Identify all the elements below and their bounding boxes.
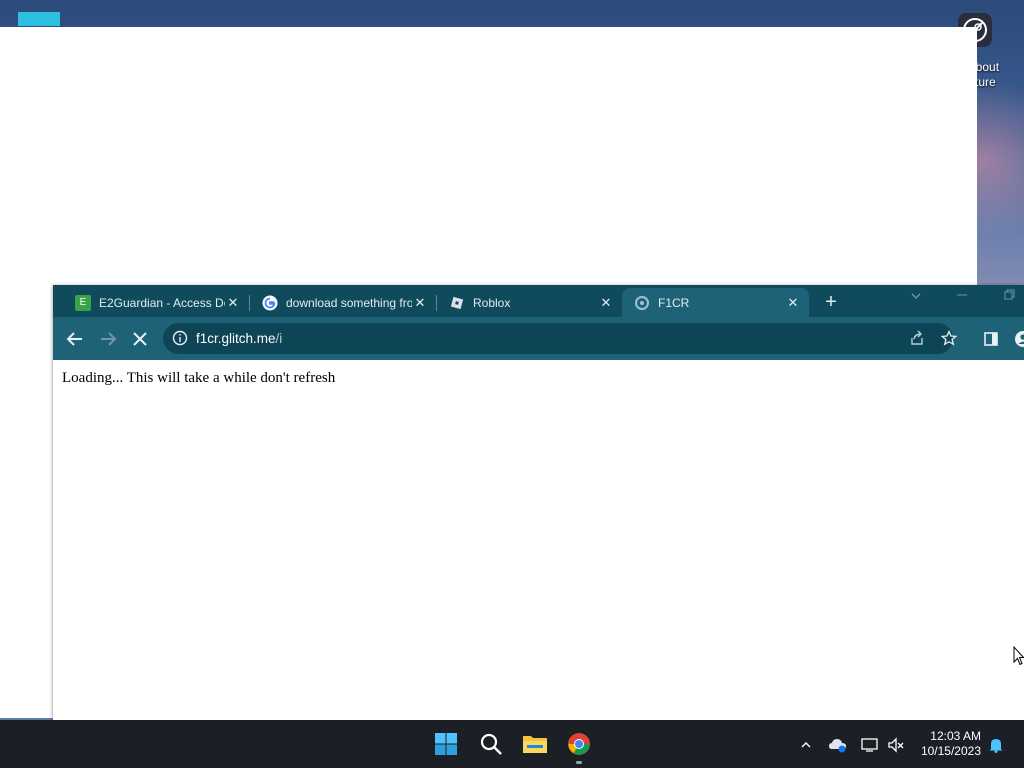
roblox-icon [449,295,465,311]
address-bar[interactable]: f1cr.glitch.me/i [163,323,958,354]
page-content: Loading... This will take a while don't … [53,360,1024,720]
side-panel-icon[interactable] [979,327,1003,351]
tab-title: E2Guardian - Access Den [99,295,225,310]
tab-roblox[interactable]: Roblox ✕ [437,288,622,317]
close-icon[interactable]: ✕ [412,295,428,311]
browser-toolbar: f1cr.glitch.me/i [53,317,1024,360]
site-info-icon[interactable] [172,330,188,346]
new-tab-button[interactable]: + [821,292,841,312]
url-host: f1cr.glitch.me [196,331,276,346]
google-icon [262,295,278,311]
onedrive-icon[interactable] [828,735,848,755]
restore-icon[interactable] [1003,289,1015,304]
blank-window[interactable] [0,27,977,285]
desktop-icon-partial[interactable] [18,12,60,26]
tab-title: download something fro [286,295,412,310]
close-icon[interactable]: ✕ [598,295,614,311]
chrome-icon[interactable] [566,731,592,757]
tab-e2guardian[interactable]: E E2Guardian - Access Den ✕ [63,288,249,317]
tab-google-search[interactable]: download something fro ✕ [250,288,436,317]
running-indicator [576,761,582,764]
tab-title: Roblox [473,295,511,310]
taskbar: 12:03 AM 10/15/2023 [0,720,1024,768]
tab-strip: E E2Guardian - Access Den ✕ download som… [53,285,1024,317]
url-path: /i [275,331,283,346]
clock-time: 12:03 AM [930,729,981,743]
stop-loading-button[interactable] [128,327,152,351]
bookmark-star-icon[interactable] [940,329,958,351]
close-icon[interactable]: ✕ [225,295,241,311]
f1cr-icon [634,295,650,311]
address-url[interactable]: f1cr.glitch.me/i [196,331,282,346]
tab-title: F1CR [658,295,690,310]
back-button[interactable] [63,327,87,351]
browser-window: E E2Guardian - Access Den ✕ download som… [53,285,1024,720]
share-icon[interactable] [909,330,925,351]
file-explorer-icon[interactable] [522,731,548,757]
show-hidden-icons-chevron-icon[interactable] [796,735,816,755]
mouse-cursor-icon [1013,645,1024,671]
forward-button[interactable] [96,327,120,351]
background-window-edge[interactable] [0,285,54,720]
clock-date: 10/15/2023 [920,744,981,758]
volume-muted-icon[interactable] [886,735,906,755]
system-clock[interactable]: 12:03 AM 10/15/2023 [915,729,981,759]
notification-bell-icon[interactable] [986,735,1006,755]
close-icon[interactable]: ✕ [785,295,801,311]
tab-search-chevron-icon[interactable] [910,290,922,305]
profile-avatar-icon[interactable] [1011,327,1024,351]
search-button[interactable] [478,731,504,757]
loading-message: Loading... This will take a while don't … [62,370,336,386]
tab-f1cr[interactable]: F1CR ✕ [622,288,809,317]
network-icon[interactable] [860,735,880,755]
start-button[interactable] [433,731,459,757]
minimize-icon[interactable] [956,289,968,304]
e2guardian-icon: E [75,294,91,311]
